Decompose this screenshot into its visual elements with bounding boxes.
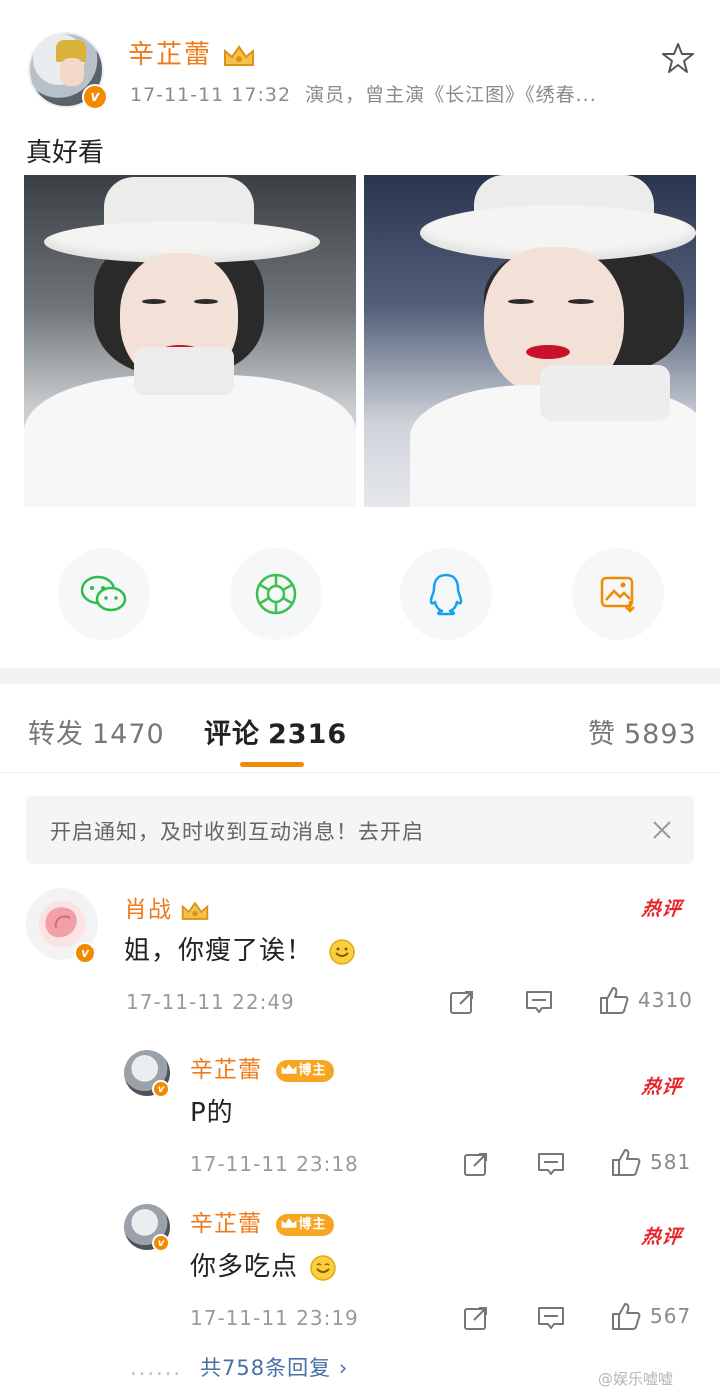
post-photo-1[interactable] (24, 175, 356, 507)
repost-icon (464, 1153, 487, 1176)
author-name[interactable]: 辛芷蕾 (128, 34, 256, 71)
verified-badge-icon: v (152, 1080, 170, 1098)
hot-comment-tag: 热评 (640, 1226, 684, 1248)
comment-text: 姐，你瘦了诶！ (124, 930, 356, 967)
blogger-badge-text: 博主 (298, 1062, 327, 1078)
hot-comment-tag: 热评 (640, 898, 684, 920)
tab-count: 2316 (268, 719, 348, 750)
tab-label: 转发 (28, 719, 84, 750)
comment-text-content: 姐，你瘦了诶！ (124, 936, 314, 966)
more-replies-text: 共758条回复 › (200, 1356, 349, 1380)
reply-button[interactable] (524, 988, 554, 1016)
like-button[interactable]: 567 (610, 1300, 691, 1332)
share-wechat-button[interactable] (58, 548, 150, 640)
thumbs-up-icon (600, 987, 629, 1014)
share-row (0, 548, 720, 648)
repost-button[interactable] (462, 1150, 490, 1178)
reply-text-content: 你多吃点 (190, 1252, 299, 1282)
crown-icon (182, 901, 209, 920)
tabs-divider (0, 772, 720, 773)
notification-banner[interactable]: 开启通知，及时收到互动消息！去开启 (26, 796, 694, 864)
reply-author-name[interactable]: 辛芷蕾 博主 (190, 1204, 335, 1238)
reply-item: v 辛芷蕾 博主 热评 你多吃点 17-11-11 23:19 567 (0, 1200, 720, 1350)
tab-count: 5893 (624, 719, 697, 750)
like-button[interactable]: 581 (610, 1146, 691, 1178)
comment-icon (526, 991, 552, 1013)
save-image-button[interactable] (572, 548, 664, 640)
reply-text: 你多吃点 (190, 1246, 337, 1283)
tab-label: 赞 (588, 719, 616, 750)
reply-author-name[interactable]: 辛芷蕾 博主 (190, 1050, 335, 1084)
repost-icon (450, 991, 473, 1014)
repost-button[interactable] (462, 1304, 490, 1332)
like-button[interactable]: 4310 (598, 984, 693, 1016)
thumbs-up-icon (612, 1303, 641, 1330)
repost-button[interactable] (448, 988, 476, 1016)
reply-text: P的 (190, 1098, 234, 1128)
like-count: 4310 (638, 988, 693, 1012)
tab-reposts[interactable]: 转发 1470 (28, 712, 165, 751)
moments-icon (255, 573, 297, 615)
hot-comment-tag: 热评 (640, 1076, 684, 1098)
thumbs-up-icon (612, 1149, 641, 1176)
section-divider (0, 668, 720, 684)
close-icon[interactable] (648, 816, 676, 844)
save-image-icon (600, 576, 635, 613)
reply-item: v 辛芷蕾 博主 热评 P的 17-11-11 23:18 581 (0, 1046, 720, 1196)
verified-badge-icon: v (152, 1234, 170, 1252)
repost-icon (464, 1307, 487, 1330)
author-description: 演员，曾主演《长江图》《绣春... (305, 84, 597, 106)
view-more-replies-link[interactable]: ...... 共758条回复 › (130, 1352, 348, 1382)
author-name-text: 辛芷蕾 (128, 40, 213, 70)
crown-icon (281, 1063, 297, 1074)
comment-time: 17-11-11 22:49 (126, 990, 295, 1014)
more-dots: ...... (130, 1356, 183, 1380)
favorite-star-icon[interactable] (660, 40, 696, 76)
interaction-tabs: 转发 1470 评论 2316 赞 5893 (0, 700, 720, 772)
crown-icon (281, 1217, 297, 1228)
reply-time: 17-11-11 23:18 (190, 1152, 359, 1176)
crown-icon (224, 44, 255, 66)
commenter-name-text: 肖战 (124, 897, 172, 923)
like-count: 581 (650, 1150, 692, 1174)
comment-icon (538, 1153, 564, 1175)
verified-badge-icon: v (82, 84, 108, 110)
smile-emoji-icon (329, 938, 356, 965)
post-text: 真好看 (26, 138, 105, 168)
tab-comments[interactable]: 评论 2316 (204, 712, 347, 751)
comment-item: v 肖战 热评 姐，你瘦了诶！ 17-11-11 22:49 4310 (0, 880, 720, 1030)
tab-likes[interactable]: 赞 5893 (588, 712, 697, 751)
blogger-badge-text: 博主 (298, 1216, 327, 1232)
reply-time: 17-11-11 23:19 (190, 1306, 359, 1330)
reply-author-name-text: 辛芷蕾 (190, 1057, 262, 1083)
share-qq-button[interactable] (400, 548, 492, 640)
comment-icon (538, 1307, 564, 1329)
post-header: v 辛芷蕾 17-11-11 17:32 演员，曾主演《长江图》《绣春... (0, 0, 720, 120)
wechat-icon (80, 575, 127, 612)
tab-label: 评论 (204, 719, 260, 750)
notification-text[interactable]: 开启通知，及时收到互动消息！去开启 (50, 816, 424, 846)
watermark: @娱乐嘘嘘 (598, 1370, 674, 1388)
post-photo-2[interactable] (364, 175, 696, 507)
reply-button[interactable] (536, 1150, 566, 1178)
active-tab-indicator (240, 762, 304, 767)
reply-author-name-text: 辛芷蕾 (190, 1211, 262, 1237)
reply-button[interactable] (536, 1304, 566, 1332)
smile-emoji-icon (310, 1254, 337, 1281)
commenter-name[interactable]: 肖战 (124, 890, 210, 924)
post-meta: 17-11-11 17:32 演员，曾主演《长江图》《绣春... (130, 80, 650, 107)
like-count: 567 (650, 1304, 692, 1328)
verified-badge-icon: v (74, 942, 96, 964)
qq-icon (429, 573, 463, 616)
blogger-badge: 博主 (276, 1213, 335, 1236)
share-moments-button[interactable] (230, 548, 322, 640)
post-timestamp: 17-11-11 17:32 (130, 84, 292, 106)
blogger-badge: 博主 (276, 1059, 335, 1082)
tab-count: 1470 (92, 719, 165, 750)
